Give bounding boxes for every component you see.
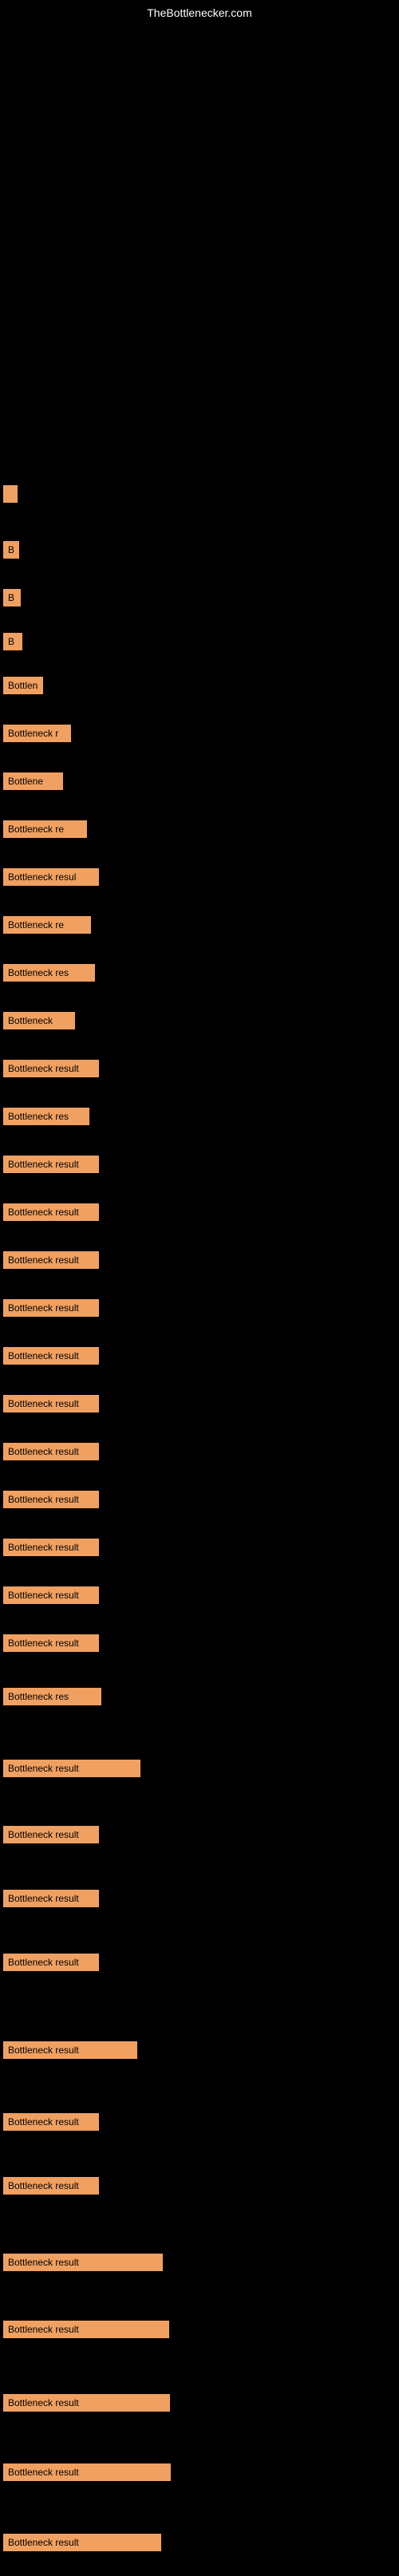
bottleneck-item: Bottleneck result [3, 1299, 99, 1317]
bottleneck-item: Bottleneck result [3, 1539, 99, 1556]
bottleneck-item: Bottleneck result [3, 2177, 99, 2195]
bottleneck-item: Bottleneck r [3, 725, 71, 742]
bottleneck-item: Bottleneck result [3, 1491, 99, 1508]
bottleneck-item [3, 485, 18, 503]
bottleneck-item: Bottleneck result [3, 2113, 99, 2131]
bottleneck-item: Bottleneck result [3, 2463, 171, 2481]
bottleneck-item: Bottleneck result [3, 1586, 99, 1604]
bottleneck-item: Bottleneck result [3, 1060, 99, 1077]
bottleneck-item: Bottleneck result [3, 1395, 99, 1412]
bottleneck-item: Bottleneck result [3, 2041, 137, 2059]
bottleneck-item: B [3, 589, 21, 606]
bottleneck-item: Bottlene [3, 772, 63, 790]
bottleneck-item: Bottleneck result [3, 1251, 99, 1269]
bottleneck-item: Bottleneck re [3, 820, 87, 838]
bottleneck-item: Bottleneck result [3, 2394, 170, 2412]
site-title: TheBottlenecker.com [0, 0, 399, 22]
bottleneck-item: Bottleneck result [3, 1156, 99, 1173]
bottleneck-item: Bottleneck re [3, 916, 91, 934]
bottleneck-item: B [3, 633, 22, 650]
bottleneck-item: Bottleneck res [3, 964, 95, 982]
bottleneck-item: Bottleneck result [3, 2321, 169, 2338]
bottleneck-item: B [3, 541, 19, 559]
items-container: B B B Bottlen Bottleneck r Bottlene Bottleneck… [0, 22, 399, 2576]
bottleneck-item: Bottleneck result [3, 1760, 140, 1777]
bottleneck-item: Bottleneck [3, 1012, 75, 1029]
bottleneck-item: Bottleneck result [3, 2534, 161, 2551]
site-title-container: TheBottlenecker.com [0, 0, 399, 22]
bottleneck-item: Bottleneck result [3, 1890, 99, 1907]
bottleneck-item: Bottleneck res [3, 1108, 89, 1125]
bottleneck-item: Bottleneck result [3, 2254, 163, 2271]
bottleneck-item: Bottlen [3, 677, 43, 694]
bottleneck-item: Bottleneck result [3, 1954, 99, 1971]
bottleneck-item: Bottleneck result [3, 1347, 99, 1365]
bottleneck-item: Bottleneck resul [3, 868, 99, 886]
bottleneck-item: Bottleneck result [3, 1443, 99, 1460]
bottleneck-item: Bottleneck res [3, 1688, 101, 1705]
bottleneck-item: Bottleneck result [3, 1826, 99, 1843]
bottleneck-item: Bottleneck result [3, 1634, 99, 1652]
bottleneck-item: Bottleneck result [3, 1203, 99, 1221]
